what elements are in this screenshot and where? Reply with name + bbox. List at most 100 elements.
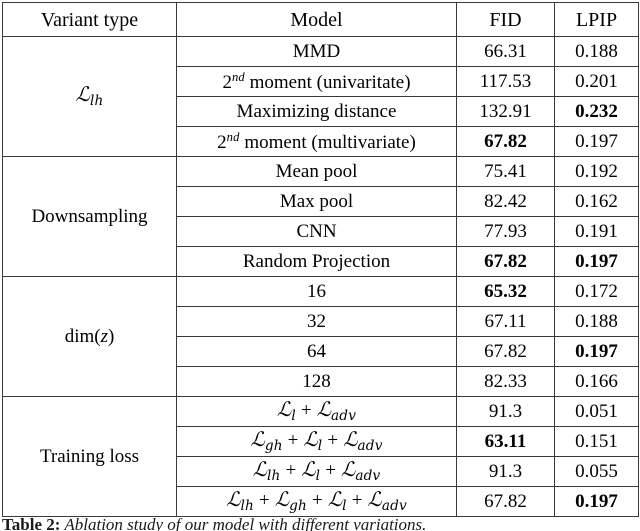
fid-value-cell: 63.11 [456, 426, 555, 457]
model-cell: Mean pool [176, 156, 457, 187]
plus-operator: + [287, 430, 299, 452]
model-cell: ℒgh + ℒl + ℒadv [176, 426, 457, 457]
subscript: lh [240, 498, 255, 515]
ordinal-base: 2 [222, 71, 232, 93]
column-header-model: Model [176, 2, 457, 37]
variant-group-label: Downsampling [2, 156, 177, 277]
lpip-value-cell: 0.151 [554, 426, 639, 457]
lpip-value-cell: 0.172 [554, 276, 639, 307]
table-row: Downsampling Mean pool 75.41 0.192 [2, 156, 639, 277]
subscript: adv [357, 438, 383, 455]
model-cell: MMD [176, 36, 457, 67]
script-l-symbol: ℒl [276, 397, 296, 425]
ordinal-suffix: nd [231, 70, 245, 85]
variant-group-label: dim(z) [2, 276, 177, 397]
lpip-value-cell: 0.201 [554, 66, 639, 97]
lpip-value-cell: 0.051 [554, 396, 639, 427]
lpip-value-cell: 0.197 [554, 336, 639, 367]
column-header-lpip: LPIP [554, 2, 639, 37]
fid-value-cell: 75.41 [456, 156, 555, 187]
table-row: ℒlh MMD 66.31 0.188 [2, 36, 639, 157]
table-header: Variant type Model FID LPIP [2, 2, 639, 37]
plus-operator: + [327, 430, 339, 452]
subscript: l [342, 498, 347, 515]
fid-value-cell: 65.32 [456, 276, 555, 307]
fid-value-cell: 77.93 [456, 216, 555, 247]
closing-paren: ) [107, 326, 115, 347]
script-l-symbol: ℒl [303, 427, 323, 455]
fid-value-cell: 67.11 [456, 306, 555, 337]
header-row: Variant type Model FID LPIP [2, 2, 639, 37]
plus-operator: + [259, 490, 270, 512]
model-cell: 16 [176, 276, 457, 307]
table-row: dim(z) 16 65.32 0.172 [2, 276, 639, 397]
lpip-value-cell: 0.162 [554, 186, 639, 217]
model-cell: ℒl + ℒadv [176, 396, 457, 427]
fid-value-cell: 132.91 [456, 96, 555, 127]
script-l-symbol: ℒadv [316, 397, 357, 425]
lpip-value-cell: 0.197 [554, 126, 639, 157]
fid-value-cell: 67.82 [456, 246, 555, 277]
fid-value-cell: 82.42 [456, 186, 555, 217]
script-l-symbol: ℒl [301, 457, 321, 485]
figure-caption: Table 2: Ablation study of our model wit… [2, 514, 638, 531]
model-cell: 64 [176, 336, 457, 367]
table-row: Training loss ℒl + ℒadv 91.3 0.051 [2, 396, 639, 517]
plus-operator: + [351, 490, 363, 512]
fid-value-cell: 67.82 [456, 336, 555, 367]
fid-value-cell: 67.82 [456, 486, 555, 517]
lpip-value-cell: 0.232 [554, 96, 639, 127]
lpip-value-cell: 0.192 [554, 156, 639, 187]
variant-group-label: Training loss [2, 396, 177, 517]
model-description: moment (multivariate) [239, 131, 416, 153]
script-l-symbol: ℒadv [367, 487, 407, 515]
model-cell: Maximizing distance [176, 96, 457, 127]
ablation-results-table: Variant type Model FID LPIP ℒlh MMD 66.31 0… [2, 2, 639, 517]
plus-operator: + [312, 490, 323, 512]
ordinal-base: 2 [217, 131, 227, 153]
fid-value-cell: 82.33 [456, 366, 555, 397]
ordinal-suffix: nd [226, 130, 240, 145]
latent-variable-z: z [100, 326, 108, 347]
script-l-symbol: ℒadv [343, 427, 383, 455]
subscript: adv [381, 498, 407, 515]
fid-value-cell: 67.82 [456, 126, 555, 157]
fid-value-cell: 66.31 [456, 36, 555, 67]
script-l-symbol: ℒlh [226, 487, 255, 515]
subscript: gh [289, 498, 307, 515]
plus-operator: + [285, 460, 297, 482]
plus-operator: + [325, 460, 336, 482]
model-cell: 32 [176, 306, 457, 337]
lpip-value-cell: 0.188 [554, 306, 639, 337]
dim-function-name: dim( [64, 326, 101, 347]
model-cell: 128 [176, 366, 457, 397]
model-cell: ℒlh + ℒl + ℒadv [176, 456, 457, 487]
model-cell: Max pool [176, 186, 457, 217]
table-body: ℒlh MMD 66.31 0.188 2nd moment (univaritate)… [2, 36, 639, 517]
lpip-value-cell: 0.166 [554, 366, 639, 397]
column-header-fid: FID [456, 2, 555, 37]
lpip-value-cell: 0.188 [554, 36, 639, 67]
model-cell: 2nd moment (multivariate) [176, 126, 457, 157]
paper-table-figure: Variant type Model FID LPIP ℒlh MMD 66.31 0… [0, 2, 640, 531]
subscript: lh [266, 468, 281, 485]
plus-operator: + [300, 400, 312, 422]
lpip-value-cell: 0.191 [554, 216, 639, 247]
subscript: lh [89, 93, 104, 110]
script-l-symbol: ℒlh [252, 457, 281, 485]
model-cell: ℒlh + ℒgh + ℒl + ℒadv [176, 486, 457, 517]
script-l-symbol: ℒgh [250, 427, 283, 455]
model-cell: 2nd moment (univaritate) [176, 66, 457, 97]
lpip-value-cell: 0.197 [554, 246, 639, 277]
subscript: adv [355, 468, 381, 485]
fid-value-cell: 91.3 [456, 456, 555, 487]
script-l-symbol: ℒl [327, 487, 347, 515]
fid-value-cell: 117.53 [456, 66, 555, 97]
fid-value-cell: 91.3 [456, 396, 555, 427]
subscript: gh [264, 438, 283, 455]
column-header-variant-type: Variant type [2, 2, 177, 37]
script-l-symbol: ℒadv [340, 457, 381, 485]
model-description: moment (univaritate) [244, 71, 411, 93]
subscript: adv [331, 408, 357, 425]
model-cell: Random Projection [176, 246, 457, 277]
